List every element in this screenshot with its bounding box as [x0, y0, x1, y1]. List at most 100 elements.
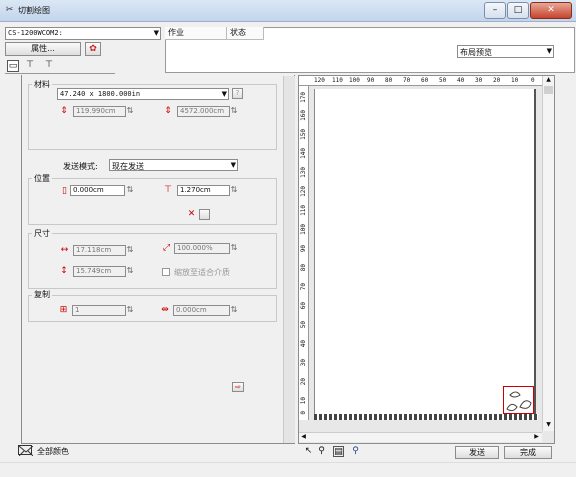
pointer-tool-icon[interactable]: ↖ — [303, 446, 314, 457]
device-select[interactable]: CS-1200WCOM2: ▼ — [5, 27, 161, 40]
position-y-stepper[interactable]: ⇅ — [228, 186, 240, 195]
chevron-down-icon: ▼ — [153, 29, 159, 37]
v-tick-label: 90 — [300, 245, 307, 253]
position-y-icon: ⊤ — [164, 185, 172, 195]
position-x-stepper[interactable]: ⇅ — [124, 186, 136, 195]
color-settings-button[interactable]: ✿ — [85, 42, 101, 56]
h-tick-label: 110 — [332, 77, 343, 84]
tab-tools[interactable]: ⊤ — [24, 60, 36, 72]
position-y-field[interactable]: 1.270cm — [177, 185, 230, 196]
material-size-select[interactable]: 47.240 x 1800.000in ▼ — [57, 88, 229, 100]
size-group — [28, 233, 277, 289]
preview-h-scrollbar[interactable]: ◀ ▶ — [299, 432, 542, 442]
size-width-field[interactable]: 17.118cm — [73, 245, 126, 256]
col-header-status[interactable]: 状态 — [227, 27, 264, 40]
layout-select[interactable]: 布局预览 ▼ — [457, 45, 554, 58]
copy-spacing-icon: ⇹ — [161, 305, 169, 315]
v-tick-label: 150 — [300, 129, 307, 140]
send-mode-select[interactable]: 现在发送 ▼ — [109, 159, 238, 171]
palette-icon: ✿ — [89, 44, 97, 54]
material-size-value: 47.240 x 1800.000in — [60, 90, 141, 98]
tab-material[interactable]: ▭ — [7, 60, 19, 72]
scroll-thumb[interactable] — [544, 86, 553, 94]
v-tick-label: 120 — [300, 186, 307, 197]
h-tick-label: 0 — [531, 77, 535, 84]
properties-label: 属性... — [31, 44, 55, 53]
v-tick-label: 140 — [300, 148, 307, 159]
h-tick-label: 40 — [457, 77, 465, 84]
material-width-stepper[interactable]: ⇅ — [124, 107, 136, 116]
zoom-in-icon[interactable]: ⚲ — [316, 446, 327, 457]
position-x-field[interactable]: 0.000cm — [70, 185, 125, 196]
chevron-down-icon: ▼ — [546, 47, 552, 55]
close-button[interactable]: ✕ — [530, 2, 572, 19]
vertical-ruler: 170 160 150 140 130 120 110 100 90 80 70… — [299, 86, 309, 420]
all-colors-icon — [18, 445, 34, 457]
position-group-label: 位置 — [32, 173, 52, 184]
v-tick-label: 100 — [300, 224, 307, 235]
copy-spacing-stepper[interactable]: ⇅ — [228, 306, 240, 315]
h-tick-label: 70 — [403, 77, 411, 84]
h-tick-label: 100 — [349, 77, 360, 84]
width-arrow-icon: ⇕ — [60, 106, 68, 116]
material-width-field[interactable]: 119.990cm — [73, 106, 126, 117]
scroll-right-icon[interactable]: ▶ — [532, 433, 541, 442]
send-mode-label: 发送模式: — [63, 162, 98, 171]
zoom-fit-icon[interactable]: ⚲ — [350, 446, 361, 457]
send-button[interactable]: 发送 — [455, 446, 499, 459]
page-view-icon[interactable]: ▤ — [333, 446, 344, 457]
h-tick-label: 120 — [314, 77, 325, 84]
chevron-down-icon: ▼ — [230, 161, 236, 169]
col-header-job[interactable]: 作业 — [165, 27, 227, 40]
copy-count-stepper[interactable]: ⇅ — [124, 306, 136, 315]
reset-position-icon[interactable]: ✕ — [186, 209, 197, 220]
h-tick-label: 80 — [385, 77, 393, 84]
fit-media-checkbox[interactable] — [162, 268, 170, 276]
scroll-down-icon[interactable]: ▼ — [543, 421, 554, 429]
height-arrow-icon: ↕ — [60, 266, 68, 276]
size-scale-field[interactable]: 100.000% — [174, 243, 230, 254]
scroll-up-icon[interactable]: ▲ — [543, 76, 554, 84]
material-info-button[interactable]: ? — [232, 88, 243, 99]
horizontal-ruler: 120 110 100 90 80 70 60 50 40 30 20 10 0 — [299, 76, 542, 86]
size-width-stepper[interactable]: ⇅ — [124, 246, 136, 255]
v-tick-label: 30 — [300, 359, 307, 367]
h-tick-label: 10 — [511, 77, 519, 84]
size-scale-stepper[interactable]: ⇅ — [228, 244, 240, 253]
minimize-button[interactable]: – — [484, 2, 506, 19]
material-length-field[interactable]: 4572.000cm — [177, 106, 230, 117]
apply-button[interactable]: ⇨ — [232, 382, 244, 392]
scale-icon: ⤢ — [162, 243, 171, 253]
device-select-value: CS-1200WCOM2: — [8, 29, 63, 37]
envelope-icon — [18, 445, 34, 457]
maximize-button[interactable]: □ — [507, 2, 529, 19]
h-tick-label: 30 — [475, 77, 483, 84]
v-tick-label: 40 — [300, 340, 307, 348]
h-tick-label: 90 — [367, 77, 375, 84]
material-length-stepper[interactable]: ⇅ — [228, 107, 240, 116]
send-mode-value: 现在发送 — [112, 162, 144, 171]
material-group-label: 材料 — [32, 79, 52, 90]
size-height-stepper[interactable]: ⇅ — [124, 267, 136, 276]
panel-scrollbar[interactable] — [283, 76, 295, 443]
origin-button[interactable] — [199, 209, 210, 220]
copies-icon: ⊞ — [59, 305, 68, 315]
v-tick-label: 70 — [300, 283, 307, 291]
length-arrow-icon: ⇕ — [164, 106, 172, 116]
size-height-field[interactable]: 15.749cm — [73, 266, 126, 277]
tab-weed[interactable]: ⊤ — [43, 60, 55, 72]
done-button[interactable]: 完成 — [504, 446, 552, 459]
copy-spacing-field[interactable]: 0.000cm — [173, 305, 230, 316]
chevron-down-icon: ▼ — [221, 90, 227, 98]
v-tick-label: 50 — [300, 321, 307, 329]
h-tick-label: 50 — [439, 77, 447, 84]
size-group-label: 尺寸 — [32, 228, 52, 239]
preview-v-scrollbar[interactable]: ▲ ▼ — [542, 76, 554, 431]
copy-count-field[interactable]: 1 — [72, 305, 126, 316]
properties-button[interactable]: 属性... — [5, 42, 81, 56]
h-tick-label: 20 — [493, 77, 501, 84]
copy-group-label: 复制 — [32, 289, 52, 300]
artwork-preview[interactable] — [503, 386, 534, 414]
h-tick-label: 60 — [421, 77, 429, 84]
scroll-left-icon[interactable]: ◀ — [299, 433, 308, 442]
